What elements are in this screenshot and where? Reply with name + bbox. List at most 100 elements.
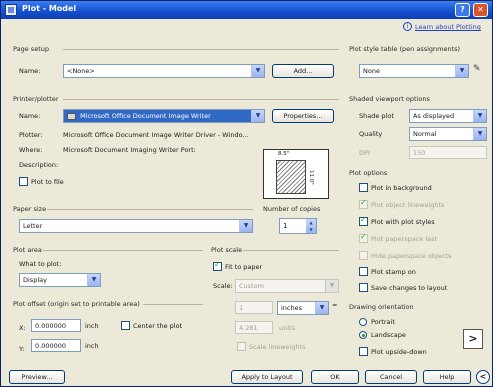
title-help-button[interactable]: ? — [455, 3, 470, 17]
title-bar[interactable]: Plot - Model ? ✕ — [1, 1, 492, 19]
plot-offset-divider — [143, 304, 203, 305]
copies-value: 1 — [283, 222, 288, 230]
paper-preview: 8.5" 11.0" — [263, 149, 329, 199]
chevron-down-icon: ▼ — [251, 110, 264, 122]
plot-upside-down-checkbox[interactable] — [359, 347, 368, 356]
page-setup-group-label: Page setup — [13, 45, 49, 53]
paper-size-divider — [47, 209, 253, 210]
offset-x-label: X: — [19, 324, 26, 332]
what-to-plot-select[interactable]: Display ▼ — [19, 273, 101, 287]
fit-to-paper-label: Fit to paper — [225, 263, 263, 271]
chevron-down-icon: ▼ — [473, 128, 486, 140]
chevron-down-icon: ▼ — [315, 302, 328, 314]
hide-paperspace-objects-checkbox[interactable] — [359, 251, 368, 260]
quality-label: Quality — [359, 130, 383, 138]
orientation-group-label: Drawing orientation — [349, 303, 414, 311]
scale-numerator-field[interactable]: 1 — [235, 301, 273, 314]
offset-x-field[interactable]: 0.000000 — [31, 319, 81, 332]
copies-group-label: Number of copies — [263, 205, 321, 213]
plot-stamp-on-label: Plot stamp on — [371, 268, 416, 276]
scale-denominator-field[interactable]: 4.281 — [235, 321, 273, 334]
plotter-value: Microsoft Office Document Image Writer D… — [63, 131, 249, 139]
preview-button[interactable]: Preview... — [9, 370, 65, 384]
shade-plot-value: As displayed — [413, 112, 455, 120]
preview-width-label: 8.5" — [278, 151, 290, 157]
paper-size-select[interactable]: Letter ▼ — [19, 219, 253, 233]
portrait-label: Portrait — [371, 318, 395, 326]
close-icon[interactable]: ✕ — [473, 3, 488, 17]
scale-lineweights-checkbox[interactable] — [237, 342, 246, 351]
plot-style-select[interactable]: None ▼ — [359, 64, 469, 78]
portrait-radio[interactable] — [359, 318, 367, 326]
landscape-radio[interactable] — [359, 331, 367, 339]
scale-select[interactable]: Custom ▼ — [235, 279, 339, 293]
printer-group-label: Printer/plotter — [13, 95, 59, 103]
plot-in-background-checkbox[interactable] — [359, 183, 368, 192]
quality-select[interactable]: Normal ▼ — [409, 127, 487, 141]
page-setup-name-label: Name: — [19, 67, 41, 75]
scale-unit-select[interactable]: inches ▼ — [277, 301, 329, 315]
plot-dialog: Plot - Model ? ✕ i Learn about Plotting … — [0, 0, 493, 387]
scale-value: Custom — [239, 282, 264, 290]
chevron-down-icon: ▼ — [239, 220, 252, 232]
plot-style-value: None — [363, 67, 380, 75]
scale-units-label: units — [279, 324, 295, 332]
plot-stamp-on-checkbox[interactable] — [359, 267, 368, 276]
plot-scale-divider — [243, 250, 339, 251]
where-label: Where: — [19, 146, 43, 154]
what-to-plot-label: What to plot: — [19, 260, 62, 268]
cancel-button[interactable]: Cancel — [365, 370, 417, 384]
offset-y-unit: inch — [85, 342, 99, 350]
apply-to-layout-button[interactable]: Apply to Layout — [231, 370, 303, 384]
chevron-down-icon: ▼ — [455, 65, 468, 77]
save-changes-to-layout-checkbox[interactable] — [359, 283, 368, 292]
scale-equals: = — [332, 301, 338, 309]
shade-plot-select[interactable]: As displayed ▼ — [409, 109, 487, 123]
printer-name-value: Microsoft Office Document Image Writer — [80, 112, 211, 120]
scale-lineweights-label: Scale lineweights — [249, 343, 306, 351]
plot-area-group-label: Plot area — [13, 246, 42, 254]
plot-options-group-label: Plot options — [349, 169, 388, 177]
hide-paperspace-objects-label: Hide paperspace objects — [371, 252, 452, 260]
plot-object-lineweights-checkbox[interactable] — [359, 198, 368, 209]
help-button[interactable]: Help — [423, 370, 471, 384]
page-setup-name-select[interactable]: <None> ▼ — [63, 64, 265, 78]
collapse-icon[interactable]: < — [476, 370, 490, 384]
fit-to-paper-checkbox[interactable] — [213, 260, 222, 271]
plot-paperspace-last-label: Plot paperspace last — [371, 235, 438, 243]
copies-spinner[interactable]: 1 ▲ ▼ — [279, 218, 317, 234]
properties-button[interactable]: Properties... — [272, 109, 334, 123]
info-icon: i — [403, 22, 412, 31]
printer-name-select[interactable]: Microsoft Office Document Image Writer ▼ — [63, 109, 265, 123]
plot-style-group-label: Plot style table (pen assignments) — [349, 45, 461, 53]
center-plot-checkbox[interactable] — [121, 321, 130, 330]
chevron-down-icon: ▼ — [325, 280, 338, 292]
edit-style-icon[interactable]: ✎ — [473, 64, 486, 78]
plot-paperspace-last-checkbox[interactable] — [359, 232, 368, 243]
add-page-setup-button[interactable]: Add... — [272, 64, 334, 78]
plot-offset-group-label: Plot offset (origin set to printable are… — [13, 300, 140, 308]
paper-sheet-icon — [276, 160, 306, 194]
offset-y-field[interactable]: 0.000000 — [31, 339, 81, 352]
center-plot-label: Center the plot — [133, 322, 183, 330]
scale-unit-value: inches — [281, 304, 303, 312]
page-setup-divider — [63, 49, 339, 50]
learn-about-plotting-link[interactable]: Learn about Plotting — [415, 23, 481, 31]
where-value: Microsoft Document Imaging Writer Port: — [63, 146, 196, 154]
landscape-label: Landscape — [371, 331, 406, 339]
dpi-field[interactable]: 150 — [409, 146, 487, 159]
plot-to-file-label: Plot to file — [31, 178, 64, 186]
shaded-viewport-group-label: Shaded viewport options — [349, 95, 430, 103]
printer-name-label: Name: — [19, 112, 41, 120]
preview-height-label: 11.0" — [308, 170, 314, 185]
ok-button[interactable]: OK — [311, 370, 359, 384]
plot-to-file-checkbox[interactable] — [19, 177, 28, 186]
chevron-down-icon: ▼ — [473, 110, 486, 122]
plot-with-plot-styles-checkbox[interactable] — [359, 215, 368, 226]
plot-with-plot-styles-label: Plot with plot styles — [371, 218, 435, 226]
app-icon — [5, 4, 17, 16]
plot-scale-group-label: Plot scale — [211, 246, 243, 254]
chevron-down-icon: ▼ — [251, 65, 264, 77]
paper-size-value: Letter — [23, 222, 43, 230]
chevron-down-icon: ▼ — [87, 274, 100, 286]
